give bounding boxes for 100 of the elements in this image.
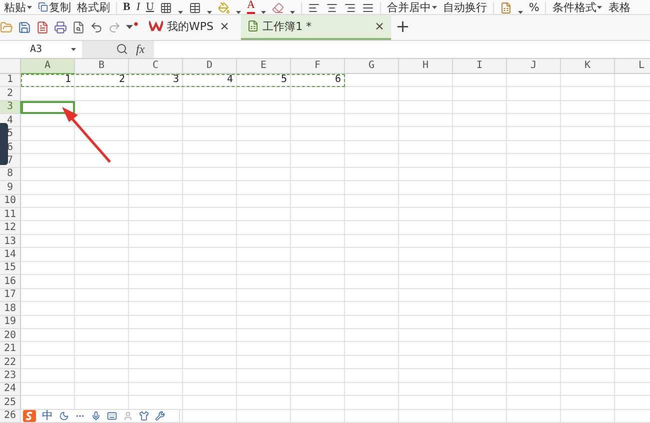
font-style-button[interactable]: U [146, 0, 154, 14]
row-header[interactable]: 8 [0, 168, 21, 182]
save-icon[interactable] [18, 20, 31, 34]
row-header[interactable]: 12 [0, 221, 21, 235]
table-cell [453, 87, 507, 100]
row-header[interactable]: 17 [0, 288, 21, 302]
table-cell [507, 114, 561, 128]
table-cell [507, 74, 561, 88]
fill-color-icon[interactable] [218, 2, 230, 14]
column-header[interactable]: I [453, 58, 507, 74]
preview-icon[interactable] [72, 20, 85, 34]
column-header[interactable]: D [183, 58, 237, 74]
row-header[interactable]: 24 [0, 382, 21, 396]
row-header[interactable]: 20 [0, 328, 21, 342]
row-header[interactable]: 11 [0, 208, 21, 222]
undo-icon[interactable] [90, 20, 103, 34]
printer-icon[interactable] [54, 20, 67, 34]
table-cell [507, 328, 561, 342]
table-cell [507, 87, 561, 100]
column-header[interactable]: J [507, 58, 561, 74]
table-cell [237, 369, 291, 383]
table-cell [507, 154, 561, 168]
table-cell [453, 221, 507, 235]
ime-logo-icon[interactable] [23, 410, 36, 422]
column-header[interactable]: K [561, 58, 615, 74]
table-cell [561, 262, 615, 276]
row-header[interactable]: 13 [0, 234, 21, 248]
document-tab[interactable]: 工作簿1 * × [240, 14, 391, 40]
column-header[interactable]: E [237, 58, 291, 74]
document-tab[interactable]: 我的WPS × [143, 14, 236, 40]
moon-icon[interactable] [59, 411, 69, 421]
column-header[interactable]: F [291, 58, 345, 74]
eraser-icon[interactable] [272, 2, 284, 14]
table-cell [507, 342, 561, 356]
keyboard-icon[interactable] [107, 411, 117, 421]
row-header[interactable]: 1 [0, 74, 21, 88]
input-mode-button[interactable]: 中 [42, 410, 53, 422]
ribbon-button[interactable]: 自动换行 [442, 0, 487, 14]
border-icon[interactable] [160, 2, 172, 14]
table-cell [237, 342, 291, 356]
row-header[interactable]: 21 [0, 342, 21, 356]
table-cell [507, 181, 561, 195]
ribbon-button[interactable]: 表格 [608, 0, 630, 14]
align-right-icon[interactable] [344, 2, 356, 14]
pdf-icon[interactable] [36, 20, 49, 34]
row-header[interactable]: 18 [0, 302, 21, 316]
ribbon-button[interactable]: 条件格式 [552, 0, 602, 14]
table-cell [345, 87, 399, 100]
justify-icon[interactable] [362, 2, 374, 14]
row-header[interactable]: 14 [0, 248, 21, 262]
close-tab-button[interactable]: × [220, 19, 230, 34]
row-header[interactable]: 23 [0, 369, 21, 383]
row-header[interactable]: 16 [0, 275, 21, 289]
table-cell [237, 127, 291, 141]
table-cell [183, 127, 237, 141]
font-style-button[interactable]: B [123, 0, 130, 14]
ribbon-button[interactable]: 格式刷 [77, 0, 110, 14]
cell-style-icon[interactable] [188, 2, 201, 14]
wrench-icon[interactable] [155, 411, 165, 421]
row-header[interactable]: 9 [0, 181, 21, 195]
table-cell [75, 356, 129, 370]
align-left-icon[interactable] [308, 2, 320, 14]
table-cell [237, 275, 291, 289]
table-cell [183, 154, 237, 168]
table-cell [21, 356, 75, 370]
ribbon-button[interactable]: 粘贴 [4, 0, 32, 14]
table-cell [75, 342, 129, 356]
row-header[interactable]: 25 [0, 396, 21, 410]
font-style-button[interactable]: I [136, 0, 140, 14]
table-cell [237, 87, 291, 100]
microphone-icon[interactable] [91, 411, 101, 421]
ribbon-button[interactable]: 合并居中 [386, 0, 437, 14]
number-format-icon[interactable] [500, 2, 512, 14]
row-header[interactable]: 15 [0, 262, 21, 276]
table-cell [291, 234, 345, 248]
row-header[interactable]: 10 [0, 194, 21, 208]
shirt-icon[interactable] [139, 411, 149, 421]
table-cell [507, 288, 561, 302]
percent-button[interactable]: % [528, 0, 540, 14]
table-cell [561, 208, 615, 222]
row-header[interactable]: 19 [0, 316, 21, 329]
column-header[interactable]: L [615, 58, 650, 74]
table-cell [129, 342, 183, 356]
row-header[interactable]: 22 [0, 356, 21, 370]
table-cell [453, 154, 507, 168]
function-button[interactable]: fx [136, 42, 145, 57]
column-header[interactable]: A [21, 58, 75, 74]
close-tab-button[interactable]: × [374, 19, 385, 34]
row-header[interactable]: 3 [0, 100, 21, 114]
column-header[interactable]: H [399, 58, 453, 74]
column-header[interactable]: G [345, 58, 399, 74]
zoom-icon[interactable] [116, 43, 128, 56]
align-center-icon[interactable] [326, 2, 338, 14]
table-cell [183, 410, 237, 423]
new-tab-button[interactable]: + [396, 17, 410, 38]
column-header[interactable]: B [75, 58, 129, 74]
column-header[interactable]: C [129, 58, 183, 74]
row-header[interactable]: 2 [0, 87, 21, 100]
table-cell [561, 356, 615, 370]
ribbon-button[interactable]: 复制 [38, 0, 71, 14]
